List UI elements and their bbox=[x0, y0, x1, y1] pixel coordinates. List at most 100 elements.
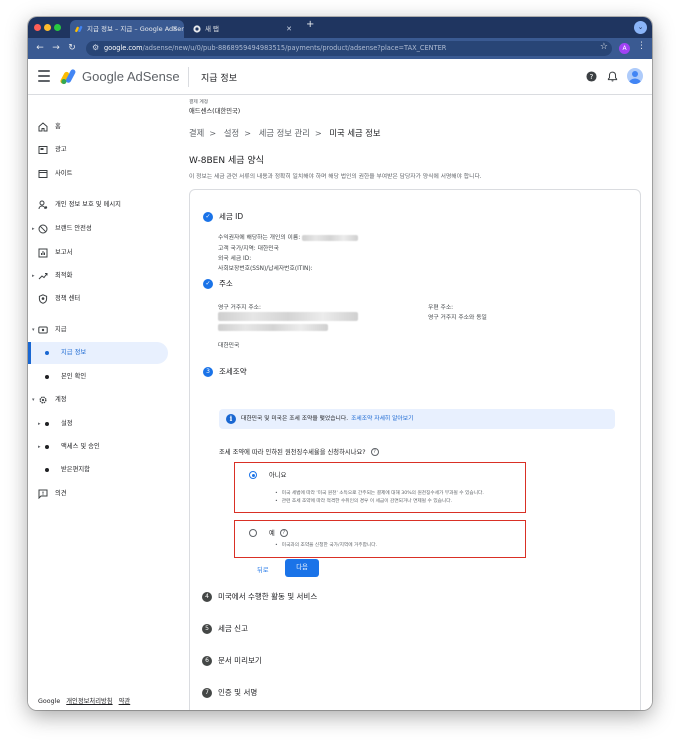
bullet-icon bbox=[45, 351, 49, 355]
account-avatar[interactable] bbox=[627, 68, 643, 84]
account-name: 애드센스(대한민국) bbox=[189, 108, 241, 115]
sidebar-item-home[interactable]: 홈 bbox=[28, 116, 168, 138]
sidebar-item-feedback[interactable]: 의견 bbox=[28, 483, 168, 505]
account-label: 결제 계정 bbox=[189, 100, 209, 105]
close-tab-icon[interactable]: ✕ bbox=[172, 20, 178, 38]
sidebar-item-access[interactable]: ▸ 액세스 및 승인 bbox=[28, 436, 168, 458]
notifications-bell-icon[interactable] bbox=[607, 71, 618, 82]
next-button[interactable]: 다음 bbox=[285, 559, 319, 577]
expand-caret-icon[interactable]: ▸ bbox=[32, 218, 35, 240]
radio-no[interactable] bbox=[249, 471, 257, 479]
breadcrumb-tax-info[interactable]: 세금 정보 관리 bbox=[259, 128, 310, 138]
expand-caret-icon[interactable]: ▸ bbox=[38, 436, 41, 458]
option-yes-details: 미국과의 조약을 신청한 국가/지역에 거주합니다. bbox=[275, 542, 377, 550]
expand-caret-icon[interactable]: ▸ bbox=[32, 265, 35, 287]
close-window-button[interactable] bbox=[34, 24, 41, 31]
sidebar-item-payment-info[interactable]: 지급 정보 bbox=[28, 342, 168, 364]
step-number-badge: 6 bbox=[202, 656, 212, 666]
adsense-logo-icon bbox=[60, 69, 76, 85]
help-icon[interactable]: ? bbox=[586, 71, 597, 82]
sidebar-item-ads[interactable]: 광고 bbox=[28, 139, 168, 161]
breadcrumb-payments[interactable]: 결제 bbox=[189, 128, 204, 138]
profile-avatar[interactable]: A bbox=[619, 43, 630, 54]
main-menu-icon[interactable] bbox=[38, 70, 50, 82]
collapse-caret-icon[interactable]: ▾ bbox=[32, 389, 35, 411]
maximize-window-button[interactable] bbox=[54, 24, 61, 31]
breadcrumb-current: 미국 세금 정보 bbox=[329, 128, 381, 138]
sidebar-item-reports[interactable]: 보고서 bbox=[28, 242, 168, 264]
step-certification-signature[interactable]: 7 인증 및 서명 bbox=[202, 687, 402, 699]
redacted-name bbox=[302, 234, 358, 241]
adsense-favicon-icon bbox=[75, 25, 83, 33]
tab-adsense[interactable]: 지급 정보 – 지급 – Google AdSense ✕ bbox=[70, 20, 184, 38]
site-info-icon[interactable]: ⚙ bbox=[92, 43, 99, 52]
user-avatar-icon bbox=[629, 71, 641, 84]
sidebar-item-account[interactable]: ▾ 계정 bbox=[28, 389, 168, 411]
back-button[interactable]: 뒤로 bbox=[257, 565, 269, 574]
account-gear-icon bbox=[39, 396, 47, 404]
browser-window: 지급 정보 – 지급 – Google AdSense ✕ 새 탭 ✕ + ⌄ … bbox=[28, 17, 652, 710]
bullet-icon bbox=[45, 375, 49, 379]
step-tax-report[interactable]: 5 세금 신고 bbox=[202, 623, 402, 635]
privacy-policy-link[interactable]: 개인정보처리방침 bbox=[66, 698, 112, 705]
info-icon: i bbox=[226, 414, 236, 424]
redacted-address bbox=[218, 312, 358, 331]
tab-new[interactable]: 새 탭 ✕ bbox=[188, 20, 298, 38]
form-title: W-8BEN 세금 양식 bbox=[189, 156, 264, 166]
option-no-highlight[interactable]: 아니요 미국 세법에 따라 '미국 원천' 소득으로 간주되는 결제에 대해 3… bbox=[234, 462, 526, 513]
sidebar-footer: Google 개인정보처리방침 약관 bbox=[38, 696, 134, 705]
breadcrumb-settings[interactable]: 설정 bbox=[224, 128, 239, 138]
sidebar-item-policy[interactable]: 정책 센터 bbox=[28, 288, 168, 310]
expand-caret-icon[interactable]: ▸ bbox=[38, 413, 41, 435]
bookmark-star-icon[interactable]: ☆ bbox=[600, 42, 608, 52]
browser-menu-icon[interactable]: ⋮ bbox=[637, 41, 646, 51]
permanent-address-label: 영구 거주지 주소: bbox=[218, 305, 261, 311]
help-circle-icon[interactable]: ? bbox=[279, 529, 288, 537]
sidebar-item-sites[interactable]: 사이트 bbox=[28, 163, 168, 185]
page-title: 지급 정보 bbox=[201, 74, 237, 84]
terms-link[interactable]: 약관 bbox=[119, 698, 131, 705]
help-circle-icon[interactable]: ? bbox=[370, 448, 379, 456]
sidebar-item-inbox[interactable]: 받은편지함 bbox=[28, 459, 168, 481]
payments-icon bbox=[38, 326, 48, 334]
sidebar-item-optimization[interactable]: ▸ 최적화 bbox=[28, 265, 168, 287]
step-us-activities[interactable]: 4 미국에서 수행한 활동 및 서비스 bbox=[202, 591, 402, 603]
sidebar-item-brand-safety[interactable]: ▸ 브랜드 안전성 bbox=[28, 218, 168, 240]
main-content: 결제 계정 애드센스(대한민국) 결제 > 설정 > 세금 정보 관리 > 미국 세금… bbox=[176, 96, 652, 710]
header-divider bbox=[188, 67, 189, 87]
back-arrow-icon[interactable]: ← bbox=[34, 42, 46, 54]
minimize-window-button[interactable] bbox=[44, 24, 51, 31]
forward-arrow-icon[interactable]: → bbox=[50, 42, 62, 54]
sidebar-item-payments[interactable]: ▾ 지급 bbox=[28, 319, 168, 341]
reload-icon[interactable]: ↻ bbox=[66, 42, 78, 54]
treaty-info-text: 대한민국 및 미국은 조세 조약을 맺었습니다. bbox=[241, 416, 349, 422]
step-number-badge: 3 bbox=[203, 367, 213, 377]
radio-yes[interactable] bbox=[249, 529, 257, 537]
step-number-badge: 5 bbox=[202, 624, 212, 634]
url-text: google.com/adsense/new/u/0/pub-886895949… bbox=[104, 44, 447, 52]
sites-icon bbox=[38, 170, 48, 178]
ssn-itin-row: 사회보장번호(SSN)/납세자번호(ITIN): bbox=[218, 266, 313, 272]
close-tab-icon[interactable]: ✕ bbox=[286, 20, 292, 38]
tab-strip: 지급 정보 – 지급 – Google AdSense ✕ 새 탭 ✕ + ⌄ bbox=[28, 17, 652, 38]
option-yes-label: 예? bbox=[269, 528, 288, 537]
step-document-preview[interactable]: 6 문서 미리보기 bbox=[202, 655, 402, 667]
treaty-learn-more-link[interactable]: 조세조약 자세히 알아보기 bbox=[351, 416, 413, 422]
sidebar-item-identity[interactable]: 본인 확인 bbox=[28, 366, 168, 388]
tab-search-icon[interactable]: ⌄ bbox=[634, 21, 647, 34]
sidebar-item-settings[interactable]: ▸ 설정 bbox=[28, 413, 168, 435]
new-tab-button[interactable]: + bbox=[306, 19, 314, 30]
collapse-caret-icon[interactable]: ▾ bbox=[32, 319, 35, 341]
brand-safety-icon bbox=[38, 224, 48, 234]
treaty-info-banner: i 대한민국 및 미국은 조세 조약을 맺었습니다. 조세조약 자세히 알아보기 bbox=[219, 409, 615, 429]
option-yes-highlight[interactable]: 예? 미국과의 조약을 신청한 국가/지역에 거주합니다. bbox=[234, 520, 526, 558]
step-number-badge: 4 bbox=[202, 592, 212, 602]
check-circle-icon: ✓ bbox=[203, 212, 213, 222]
check-circle-icon: ✓ bbox=[203, 279, 213, 289]
browser-toolbar: ← → ↻ ⚙ google.com/adsense/new/u/0/pub-8… bbox=[28, 38, 652, 59]
app-header: Google AdSense 지급 정보 ? bbox=[28, 59, 652, 95]
address-bar[interactable]: ⚙ google.com/adsense/new/u/0/pub-8868959… bbox=[86, 41, 612, 56]
sidebar-item-privacy[interactable]: 개인 정보 보호 및 메시지 bbox=[28, 194, 168, 216]
bullet-icon bbox=[45, 445, 49, 449]
mailing-address-value: 영구 거주지 주소와 동일 bbox=[428, 315, 487, 321]
